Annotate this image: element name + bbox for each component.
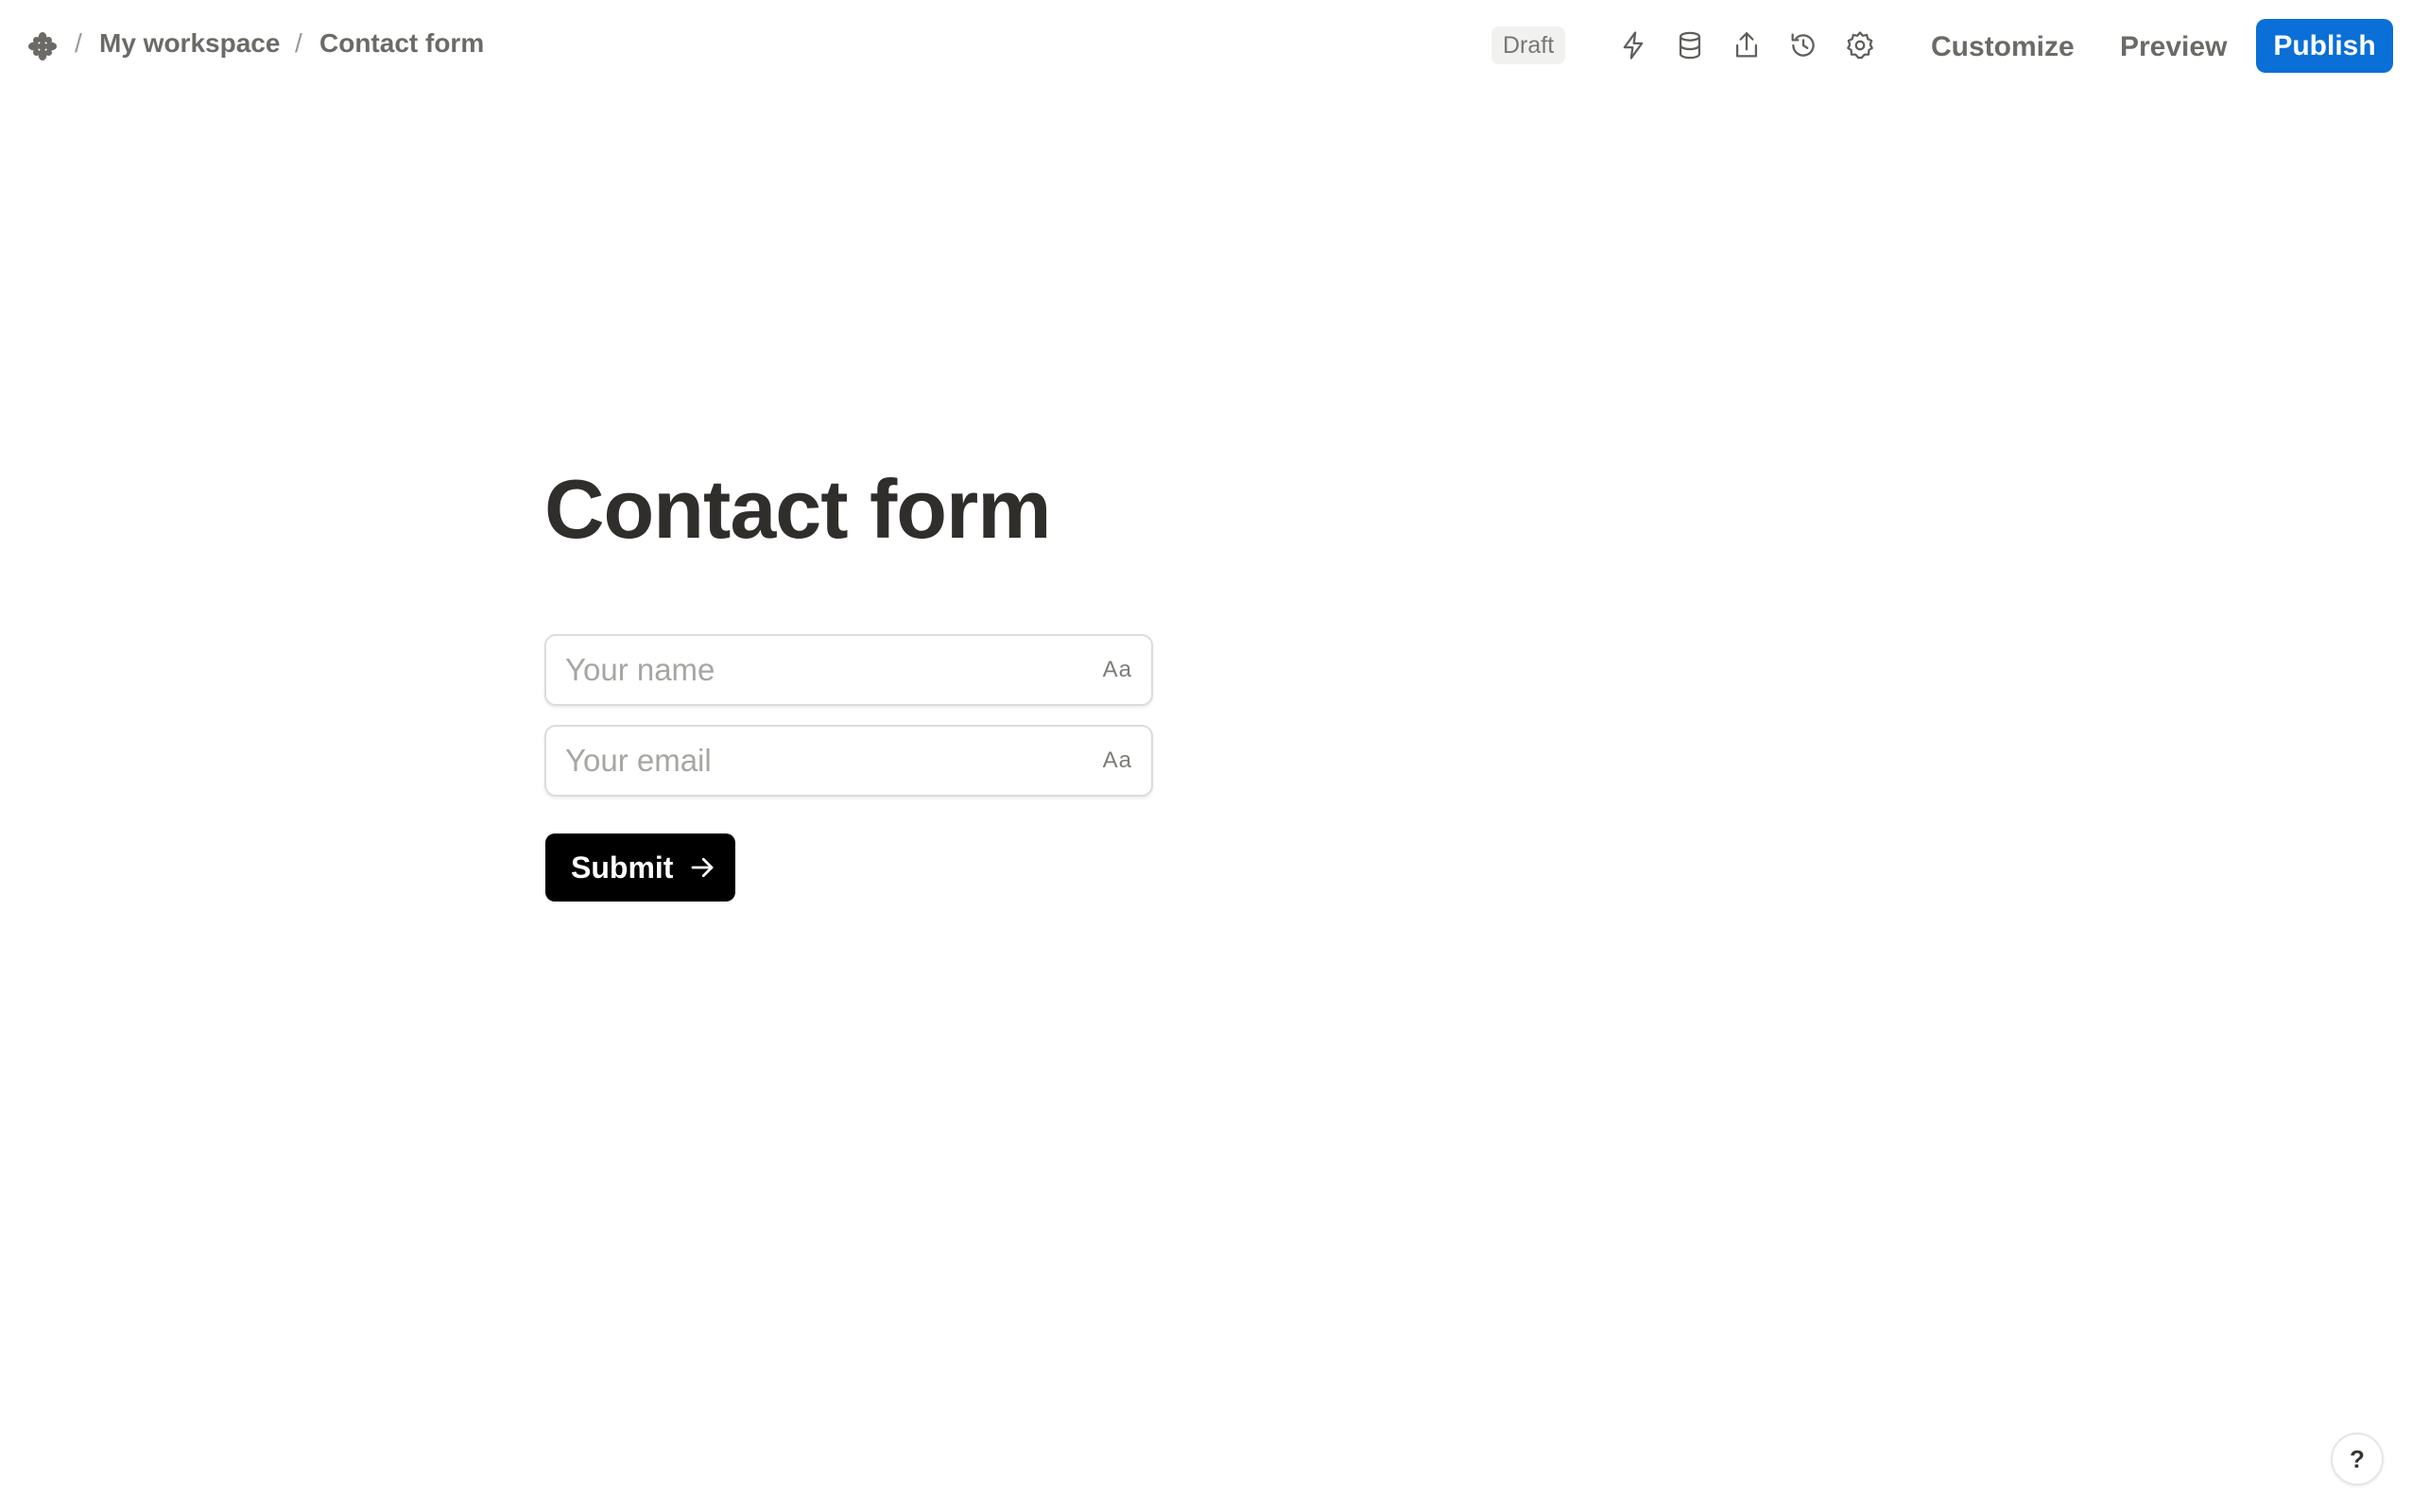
database-icon[interactable] (1673, 28, 1707, 62)
history-icon[interactable] (1786, 28, 1820, 62)
workspace-logo-icon[interactable] (26, 30, 59, 62)
top-bar: / My workspace / Contact form Draft Cust… (0, 0, 2412, 93)
name-input[interactable] (565, 636, 1076, 704)
status-badge: Draft (1491, 26, 1566, 64)
form-title[interactable]: Contact form (544, 461, 1052, 558)
lightning-icon[interactable] (1616, 28, 1650, 62)
settings-icon[interactable] (1843, 28, 1877, 62)
preview-button[interactable]: Preview (2120, 26, 2227, 68)
breadcrumb-separator: / (75, 28, 82, 58)
email-field[interactable]: Aa (544, 725, 1153, 797)
text-type-icon: Aa (1102, 747, 1132, 773)
help-button[interactable]: ? (2331, 1433, 2384, 1486)
submit-button-label: Submit (571, 850, 674, 885)
breadcrumb-separator: / (295, 28, 302, 58)
email-input[interactable] (565, 727, 1076, 795)
breadcrumb-workspace[interactable]: My workspace (99, 28, 280, 59)
name-field[interactable]: Aa (544, 634, 1153, 706)
customize-button[interactable]: Customize (1931, 26, 2075, 68)
arrow-right-icon (692, 857, 714, 878)
share-icon[interactable] (1730, 28, 1764, 62)
text-type-icon: Aa (1102, 657, 1132, 682)
breadcrumb-current-page[interactable]: Contact form (319, 28, 484, 59)
publish-button[interactable]: Publish (2256, 19, 2393, 73)
submit-button[interactable]: Submit (545, 833, 735, 902)
